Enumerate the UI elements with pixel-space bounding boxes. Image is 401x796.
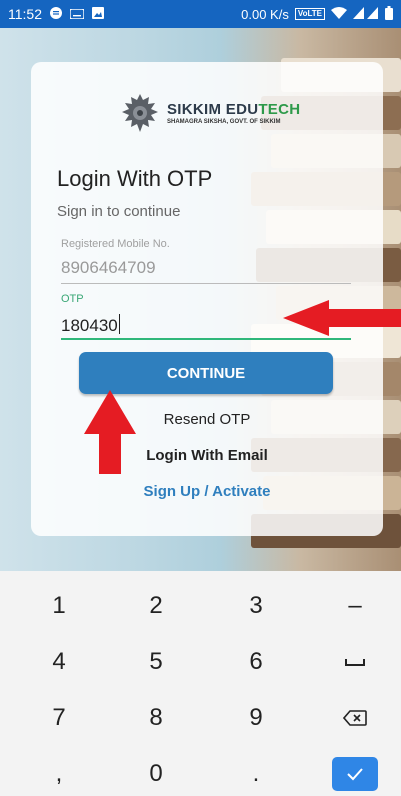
key-period[interactable]: . <box>211 746 301 796</box>
mobile-field-underline <box>61 283 351 284</box>
numeric-keyboard: 1 2 3 – 4 5 6 7 8 9 , 0 . <box>0 571 401 796</box>
page-subtitle: Sign in to continue <box>57 203 181 220</box>
otp-label: OTP <box>61 293 84 305</box>
status-time: 11:52 <box>8 6 42 22</box>
emblem-icon <box>122 94 158 132</box>
brand-name-part1: SIKKIM EDU <box>167 101 259 118</box>
volte-badge: VoLTE <box>294 8 325 20</box>
key-8[interactable]: 8 <box>111 690 201 746</box>
signup-activate-link[interactable]: Sign Up / Activate <box>31 483 383 500</box>
mobile-field[interactable]: 8906464709 <box>61 258 156 278</box>
brand-tagline: SHAMAGRA SIKSHA, GOVT. OF SIKKIM <box>167 119 281 125</box>
space-icon <box>345 659 365 666</box>
key-0[interactable]: 0 <box>111 746 201 796</box>
otp-value-text: 180430 <box>61 316 118 335</box>
notification-icon <box>50 6 62 22</box>
mobile-label: Registered Mobile No. <box>61 238 170 250</box>
key-1[interactable]: 1 <box>14 578 104 634</box>
battery-icon <box>385 5 393 23</box>
otp-field-underline <box>61 338 351 340</box>
continue-button[interactable]: CONTINUE <box>79 352 333 394</box>
key-4[interactable]: 4 <box>14 634 104 690</box>
key-comma[interactable]: , <box>14 746 104 796</box>
text-cursor <box>118 314 121 334</box>
key-9[interactable]: 9 <box>211 690 301 746</box>
key-5[interactable]: 5 <box>111 634 201 690</box>
red-arrow-left-icon <box>283 300 401 336</box>
backspace-icon <box>343 710 367 726</box>
image-icon <box>92 6 104 22</box>
space-key[interactable] <box>310 634 400 690</box>
backspace-key[interactable] <box>310 690 400 746</box>
wifi-icon <box>331 6 347 22</box>
signal-icon <box>353 6 379 22</box>
key-2[interactable]: 2 <box>111 578 201 634</box>
brand-name-part2: TECH <box>258 101 301 118</box>
key-7[interactable]: 7 <box>14 690 104 746</box>
status-bar: 11:52 0.00 K/s VoLTE <box>0 0 401 28</box>
network-speed: 0.00 K/s <box>241 6 289 22</box>
red-arrow-up-icon <box>84 390 136 474</box>
done-button[interactable] <box>332 757 378 791</box>
otp-field[interactable]: 180430 <box>61 314 121 336</box>
keyboard-icon <box>69 6 85 22</box>
key-dash[interactable]: – <box>310 578 400 634</box>
key-6[interactable]: 6 <box>211 634 301 690</box>
brand-logo: SIKKIM EDUTECH SHAMAGRA SIKSHA, GOVT. OF… <box>119 92 300 134</box>
key-3[interactable]: 3 <box>211 578 301 634</box>
page-title: Login With OTP <box>57 166 213 191</box>
check-icon <box>347 768 363 781</box>
done-key[interactable] <box>310 746 400 796</box>
